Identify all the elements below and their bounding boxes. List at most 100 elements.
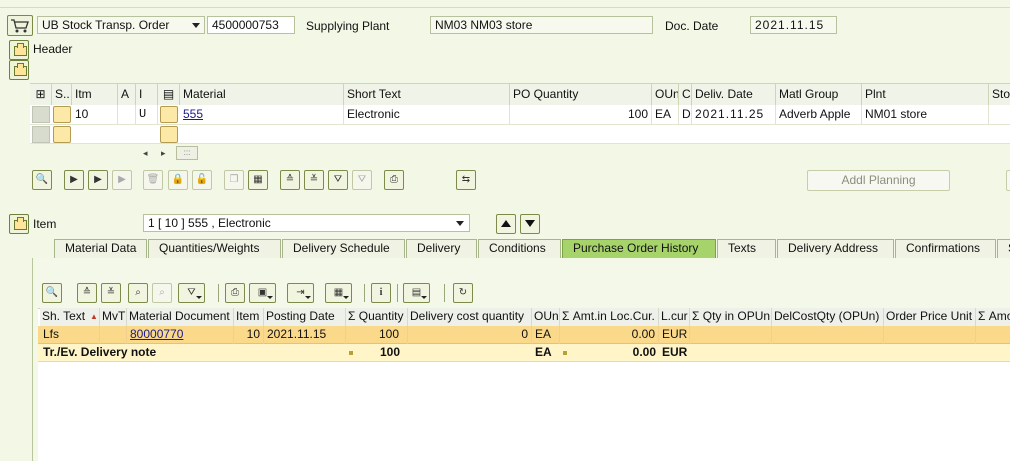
col-header-quantity[interactable]: Σ Quantity — [346, 308, 408, 326]
material-document-link[interactable]: 80000770 — [130, 327, 183, 341]
cell-order-price-unit[interactable] — [884, 326, 976, 344]
row-selector[interactable] — [32, 106, 50, 123]
cell-po-quantity[interactable]: 100 — [510, 105, 652, 124]
table-row[interactable]: 10 U 555 Electronic 100 EA D 2021.11.25 … — [30, 105, 1010, 125]
col-header-sh-text[interactable]: Sh. Text ▲ — [40, 308, 100, 326]
cell-mvt[interactable] — [100, 326, 127, 344]
doc-number-field[interactable]: 4500000753 — [207, 16, 295, 34]
filter-off-icon[interactable]: ⛛ — [352, 170, 372, 190]
more-button[interactable] — [1006, 170, 1010, 191]
variants-icon[interactable]: ▤ — [403, 283, 430, 303]
col-header-item[interactable]: Item — [234, 308, 264, 326]
col-header-delcostqty-opun[interactable]: DelCostQty (OPUn) — [772, 308, 884, 326]
item-expand-icon[interactable] — [9, 214, 29, 234]
export-icon[interactable]: ⇆ — [456, 170, 476, 190]
next-item-icon[interactable] — [520, 214, 540, 234]
export-icon[interactable]: ⇥ — [287, 283, 314, 303]
tab-delivery-schedule[interactable]: Delivery Schedule — [282, 239, 405, 258]
sort-descending-icon[interactable]: ≚ — [304, 170, 324, 190]
insert-row-icon[interactable]: ▶ — [64, 170, 84, 190]
copy-row-icon[interactable]: ▶ — [112, 170, 132, 190]
cell-posting-date[interactable]: 2021.11.15 — [264, 326, 346, 344]
tab-purchase-order-history[interactable]: Purchase Order History — [562, 239, 716, 259]
tab-material-data[interactable]: Material Data — [54, 239, 147, 258]
row-selector[interactable] — [32, 126, 50, 143]
col-header-qty-opun[interactable]: Σ Qty in OPUn — [690, 308, 772, 326]
col-header-posting-date[interactable]: Posting Date — [264, 308, 346, 326]
col-header-deliv-date[interactable]: Deliv. Date — [692, 84, 776, 105]
info-icon[interactable]: i — [371, 283, 391, 303]
status-button[interactable] — [53, 126, 71, 143]
lock-icon[interactable]: 🔒 — [168, 170, 188, 190]
col-header-item[interactable]: Itm — [72, 84, 118, 105]
cell-item[interactable]: 10 — [234, 326, 264, 344]
col-header-acct[interactable]: A — [118, 84, 136, 105]
scroll-left-icon[interactable]: ◂ — [143, 148, 148, 159]
layout-icon[interactable]: ▦ — [325, 283, 352, 303]
print-icon[interactable]: ⎙ — [225, 283, 245, 303]
previous-item-icon[interactable] — [496, 214, 516, 234]
cell-acct[interactable] — [118, 105, 136, 124]
col-header-order-price-unit[interactable]: Order Price Unit — [884, 308, 976, 326]
filter-icon[interactable]: ⛛ — [328, 170, 348, 190]
chevron-down-icon[interactable] — [192, 23, 200, 28]
scroll-right-icon[interactable]: ▸ — [161, 148, 166, 159]
filter-icon[interactable]: ⛛ — [178, 283, 205, 303]
views-icon[interactable]: ▣ — [249, 283, 276, 303]
horizontal-scroll-thumb[interactable]: ::: — [176, 146, 198, 160]
cell-c[interactable]: D — [679, 105, 692, 124]
addl-planning-button[interactable]: Addl Planning — [807, 170, 950, 191]
insert-row-after-icon[interactable]: ▶ — [88, 170, 108, 190]
cell-sh-text[interactable]: Lfs — [40, 326, 100, 344]
sort-ascending-icon[interactable]: ≙ — [280, 170, 300, 190]
find-icon[interactable]: ⌕ — [128, 283, 148, 303]
cell-delcostqty-opun[interactable] — [772, 326, 884, 344]
col-header-oun[interactable]: OUn — [652, 84, 679, 105]
col-header-mvt[interactable]: MvT — [100, 308, 127, 326]
tab-delivery-address[interactable]: Delivery Address — [777, 239, 894, 258]
unlock-icon[interactable]: 🔓 — [192, 170, 212, 190]
doc-type-select[interactable]: UB Stock Transp. Order — [37, 16, 205, 34]
col-header-material[interactable]: Material — [180, 84, 344, 105]
tab-more[interactable]: S — [997, 239, 1010, 258]
col-header-short-text[interactable]: Short Text — [344, 84, 510, 105]
col-header-lcur[interactable]: L.cur — [659, 308, 690, 326]
delete-icon[interactable]: 🗑 — [143, 170, 163, 190]
cell-delivery-cost-qty[interactable]: 0 — [408, 326, 532, 344]
tab-conditions[interactable]: Conditions — [478, 239, 561, 258]
cart-icon[interactable] — [7, 15, 33, 36]
chevron-down-icon[interactable] — [456, 221, 464, 226]
cell-item[interactable]: 10 — [72, 105, 118, 124]
material-detail-button[interactable] — [160, 106, 178, 123]
cell-matl-group[interactable]: Adverb Apple — [776, 105, 862, 124]
doc-date-field[interactable]: 2021.11.15 — [750, 16, 837, 34]
cell-deliv-date[interactable]: 2021.11.25 — [692, 105, 776, 124]
status-button[interactable] — [53, 106, 71, 123]
cell-short-text[interactable]: Electronic — [344, 105, 510, 124]
material-detail-button[interactable] — [160, 126, 178, 143]
select-all-icon[interactable]: ▦ — [248, 170, 268, 190]
col-header-po-quantity[interactable]: PO Quantity — [510, 84, 652, 105]
cell-material[interactable]: 555 — [180, 105, 344, 124]
sort-ascending-icon[interactable]: ≙ — [77, 283, 97, 303]
items-expand-icon[interactable] — [9, 60, 29, 80]
find-next-icon[interactable]: ⌕ — [152, 283, 172, 303]
col-header-matl-group[interactable]: Matl Group — [776, 84, 862, 105]
col-header-plant[interactable]: Plnt — [862, 84, 989, 105]
cell-material-document[interactable]: 80000770 — [127, 326, 234, 344]
col-header-c[interactable]: C — [679, 84, 692, 105]
cell-quantity[interactable]: 100 — [346, 326, 408, 344]
cell-amount[interactable]: 0.00 — [560, 326, 659, 344]
col-header-amount-2[interactable]: Σ Amo — [976, 308, 1010, 326]
refresh-icon[interactable]: ↻ — [453, 283, 473, 303]
col-header-cat[interactable]: I — [136, 84, 158, 105]
col-header-matflag-icon[interactable]: ▤ — [158, 84, 180, 105]
item-select[interactable]: 1 [ 10 ] 555 , Electronic — [143, 214, 470, 232]
col-header-sloc[interactable]: Sto — [989, 84, 1010, 105]
col-header-oun[interactable]: OUn — [532, 308, 560, 326]
tab-texts[interactable]: Texts — [717, 239, 776, 258]
col-header-amount[interactable]: Σ Amt.in Loc.Cur. — [560, 308, 659, 326]
table-settings-icon[interactable]: ⊞ — [30, 84, 52, 105]
supplying-plant-field[interactable]: NM03 NM03 store — [430, 16, 653, 34]
tab-confirmations[interactable]: Confirmations — [895, 239, 996, 258]
